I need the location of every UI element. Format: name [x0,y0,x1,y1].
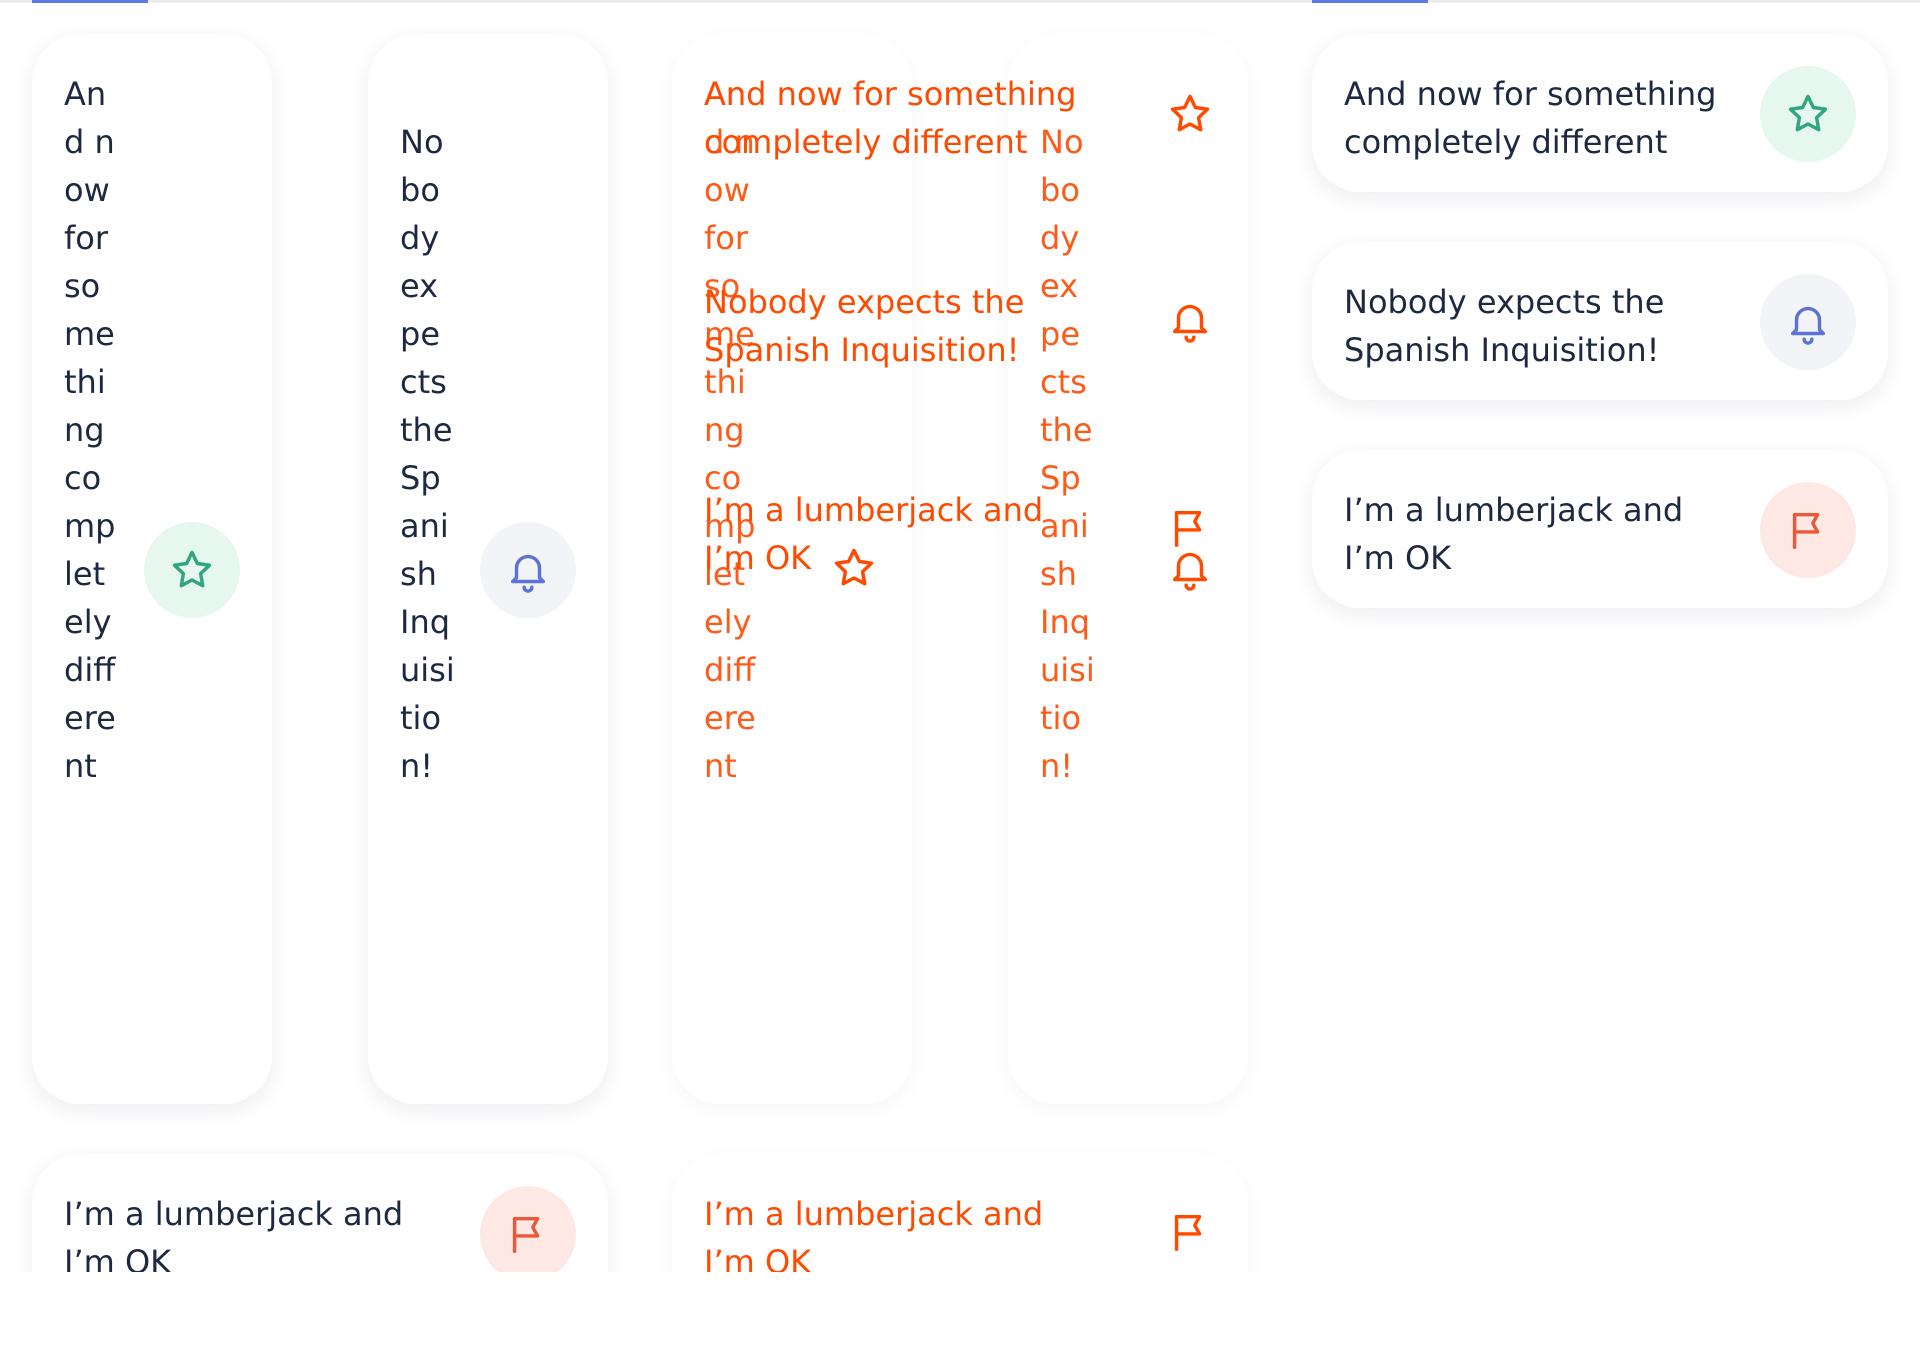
star-icon [1788,94,1828,132]
overlay-narrow-text: And now for something completely differe… [704,75,756,785]
panel-top-accent [1312,0,1428,3]
panel-correct-layout: And now for something completely differe… [1280,0,1920,638]
message-card[interactable]: Nobody expects the Spanish Inquisition! [368,34,608,1104]
message-text: And now for something completely differe… [1344,75,1717,161]
message-card[interactable]: I’m a lumberjack and I’m OK [32,1154,608,1272]
message-text: I’m a lumberjack and I’m OK [64,1195,404,1272]
bell-icon [1172,552,1208,591]
bell-icon-badge [480,522,576,618]
flag-icon [512,1216,540,1253]
overlay-wide-text: And now for something completely differe… [704,75,1077,161]
flag-icon-badge [1760,482,1856,578]
message-text: And now for something completely differe… [64,75,116,785]
bell-icon [510,554,546,593]
bell-icon-badge [1760,274,1856,370]
message-card[interactable]: And now for something completely differe… [1312,34,1888,192]
flag-icon [1792,512,1820,549]
overlay-wide-text: I’m a lumberjack and I’m OK [704,491,1044,577]
star-icon-badge [144,522,240,618]
message-text: Nobody expects the Spanish Inquisition! [400,123,455,785]
overlay-wide-text: Nobody expects the Spanish Inquisition! [704,283,1025,369]
flag-icon [1174,1214,1202,1251]
overlay-narrow-text: Nobody expects the Spanish Inquisition! [1040,123,1095,785]
star-icon [1170,94,1210,132]
star-icon [834,548,874,586]
overlay-wide-text: I’m a lumberjack and I’m OK [704,1195,1044,1272]
panel-debug-overlay: And now for something completely differe… [640,0,1280,1272]
message-text: I’m a lumberjack and I’m OK [1344,491,1684,577]
message-card[interactable]: I’m a lumberjack and I’m OK [1312,450,1888,608]
bell-icon [1790,306,1826,345]
bell-icon [1172,304,1208,343]
message-text: Nobody expects the Spanish Inquisition! [1344,283,1665,369]
flag-icon-badge [480,1186,576,1272]
panel-broken-layout: And now for something completely differe… [0,0,640,1272]
panel-top-accent [672,0,788,3]
star-icon [172,550,212,588]
message-card[interactable]: And now for something completely differe… [32,34,272,1104]
message-card[interactable]: Nobody expects the Spanish Inquisition! [1312,242,1888,400]
star-icon-badge [1760,66,1856,162]
panel-top-accent [32,0,148,3]
